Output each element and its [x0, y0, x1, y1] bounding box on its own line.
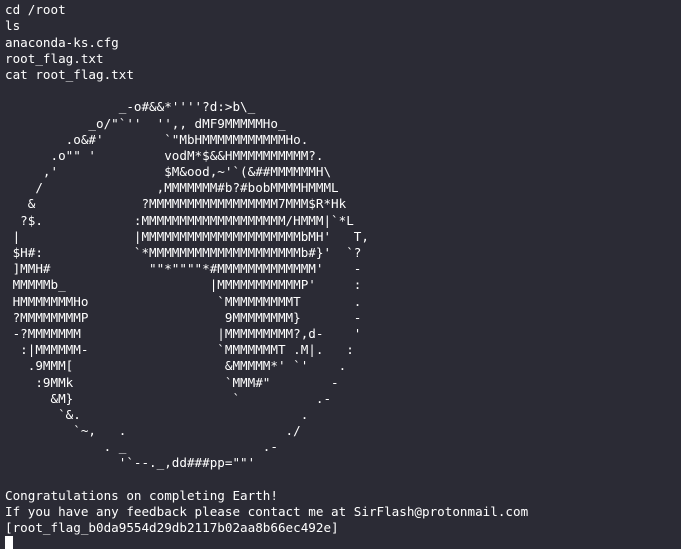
- ascii-art-line: `&. .: [5, 406, 309, 422]
- ascii-art-line: ,' $M&ood,~'`(&##MMMMMMH\: [5, 164, 332, 180]
- ascii-art-line: HMMMMMMMHo `MMMMMMMMMT .: [5, 293, 362, 309]
- terminal-output: cd /root ls anaconda-ks.cfg root_flag.tx…: [5, 0, 528, 549]
- ascii-art-line: ?$. :MMMMMMMMMMMMMMMMMMM/HMMM|`*L: [5, 212, 354, 228]
- text-cursor[interactable]: [5, 536, 13, 549]
- ascii-art-line: ]MMH# ""*""""*#MMMMMMMMMMMMM' -: [5, 261, 362, 277]
- ascii-art-line: &M} ` .-: [5, 390, 332, 406]
- ascii-art-line: _o/"`'' '',, dMF9MMMMMHo_: [5, 115, 286, 131]
- ascii-art-line: MMMMMb_ |MMMMMMMMMMMP' :: [5, 277, 362, 293]
- ascii-art-line: .o&#' `"MbHMMMMMMMMMMMHo.: [5, 131, 309, 147]
- prompt-line[interactable]: [5, 536, 528, 549]
- feedback-message: If you have any feedback please contact …: [5, 504, 529, 519]
- output-line: anaconda-ks.cfg: [5, 34, 119, 50]
- ascii-art-line: `~, . ./: [5, 423, 301, 439]
- command-line: ls: [5, 18, 21, 34]
- ascii-art-line: :9MMk `MMM#" -: [5, 374, 339, 390]
- ascii-art-line: '`--._,dd###pp=""': [5, 455, 256, 471]
- ascii-art-line: | |MMMMMMMMMMMMMMMMMMMMMbMH' T,: [5, 228, 369, 244]
- ascii-art-line: :|MMMMMM- `MMMMMMMT .M|. :: [5, 342, 354, 358]
- ascii-art-line: _-o#&&*''''?d:>b\_: [5, 99, 256, 115]
- ascii-art-line: .o"" ' vodM*$&&HMMMMMMMMMM?.: [5, 147, 324, 163]
- ascii-art-line: -?MMMMMMM |MMMMMMMMM?,d- ': [5, 325, 362, 341]
- ascii-art-line: . _ .-: [5, 439, 278, 455]
- ascii-art-line: & ?MMMMMMMMMMMMMMMMM7MMM$R*Hk: [5, 196, 347, 212]
- ascii-art-line: .9MMM[ &MMMMM*' `' .: [5, 358, 347, 374]
- ascii-art-line: ?MMMMMMMMP 9MMMMMMMM} -: [5, 309, 362, 325]
- command-line: cd /root: [5, 2, 66, 18]
- root-flag-value: [root_flag_b0da9554d29db2117b02aa8b66ec4…: [5, 520, 339, 536]
- output-line: root_flag.txt: [5, 50, 104, 66]
- terminal-window[interactable]: cd /root ls anaconda-ks.cfg root_flag.tx…: [0, 0, 681, 549]
- ascii-art-line: $H#: `*MMMMMMMMMMMMMMMMMMMMb#}' `?: [5, 245, 362, 260]
- ascii-art-line: / ,MMMMMMM#b?#bobMMMMHMMML: [5, 180, 339, 196]
- command-line: cat root_flag.txt: [5, 66, 134, 82]
- congratulations-message: Congratulations on completing Earth!: [5, 487, 278, 503]
